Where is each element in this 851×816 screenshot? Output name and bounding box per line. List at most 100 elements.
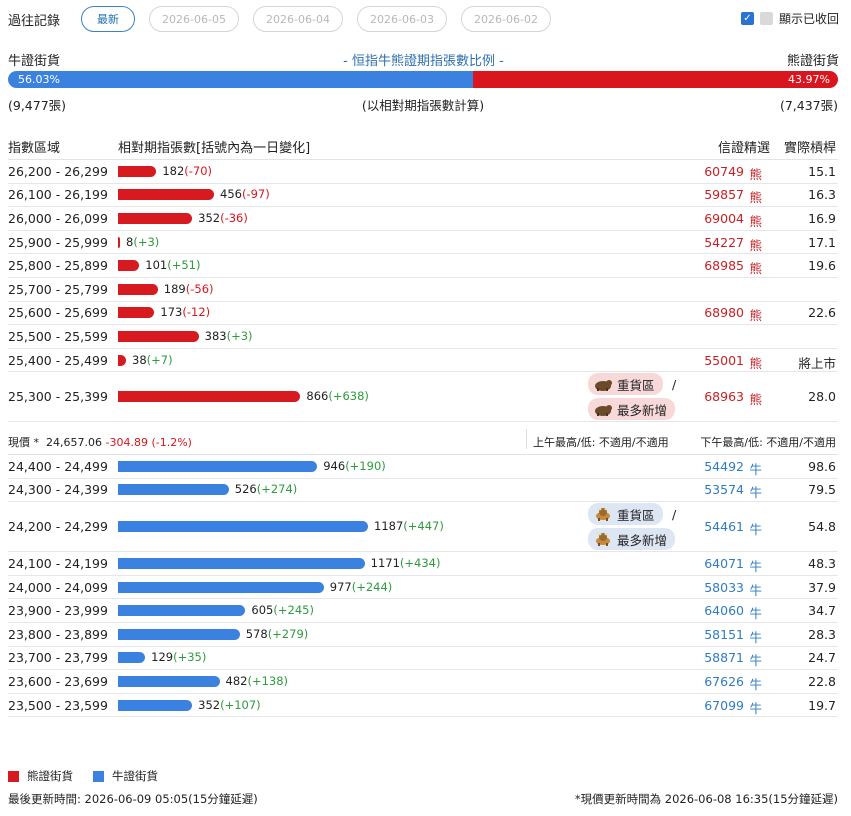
history-bar: 過往記錄 最新 2026-06-05 2026-06-04 2026-06-03… — [0, 4, 851, 34]
warrant-code-link[interactable]: 68980 — [704, 305, 744, 320]
spot-value: 24,657.06 — [46, 436, 102, 449]
spot-price: 現價 * 24,657.06 -304.89 (-1.2%) — [8, 434, 192, 450]
bull-table-row: 23,800 - 23,899 578(+279) 58151 牛 28.3 — [8, 623, 838, 647]
range-label: 23,900 - 23,999 — [8, 603, 108, 619]
warrant-code-link[interactable]: 58033 — [704, 580, 744, 595]
count-value: 38(+7) — [132, 353, 173, 367]
badge-separator: / — [672, 377, 677, 393]
ratio-bar: 56.03% 43.97% — [8, 71, 838, 88]
count-value: 189(-56) — [164, 282, 214, 296]
count-number: 866 — [306, 389, 329, 404]
checkbox-checked-icon[interactable]: ✓ — [740, 12, 754, 25]
range-label: 24,300 - 24,399 — [8, 482, 108, 498]
tab-2026-06-05[interactable]: 2026-06-05 — [149, 6, 239, 32]
warrant-code-link[interactable]: 68963 — [704, 389, 744, 404]
leverage-value: 28.3 — [808, 626, 836, 642]
warrant-code-link[interactable]: 55001 — [704, 353, 744, 368]
bull-table-row: 23,600 - 23,699 482(+138) 67626 牛 22.8 — [8, 670, 838, 694]
warrant-code-link[interactable]: 54492 — [704, 459, 744, 474]
tab-2026-06-02[interactable]: 2026-06-02 — [461, 6, 551, 32]
count-value: 1187(+447) — [374, 519, 444, 533]
count-number: 605 — [251, 603, 274, 618]
bull-count-bar — [118, 675, 220, 687]
leverage-value: 15.1 — [808, 163, 836, 179]
count-value: 352(-36) — [198, 211, 248, 225]
count-value: 456(-97) — [220, 187, 270, 201]
bear-count-bar — [118, 189, 215, 201]
bear-tag: 熊 — [749, 237, 762, 253]
count-change: (+7) — [146, 352, 173, 367]
warrant-code-link[interactable]: 68985 — [704, 258, 744, 273]
count-change: (+244) — [351, 579, 393, 594]
bear-table-row: 25,400 - 25,499 38(+7) 55001 熊 將上市 — [8, 349, 838, 373]
tab-latest[interactable]: 最新 — [81, 6, 135, 32]
count-number: 352 — [198, 210, 221, 225]
warrant-code-link[interactable]: 54227 — [704, 235, 744, 250]
bull-count-bar — [118, 699, 193, 711]
warrant-code-link[interactable]: 64071 — [704, 556, 744, 571]
footer: 最後更新時間: 2026-06-09 05:05(15分鐘延遲) *現價更新時間… — [8, 791, 838, 807]
warrant-code-link[interactable]: 58151 — [704, 627, 744, 642]
warrant-code-link[interactable]: 67099 — [704, 698, 744, 713]
warrant-code-link[interactable]: 64060 — [704, 603, 744, 618]
bear-icon — [594, 377, 612, 392]
bear-tag: 熊 — [749, 355, 762, 371]
bear-table-row: 25,600 - 25,699 173(-12) 68980 熊 22.6 — [8, 302, 838, 326]
bull-table-row: 23,500 - 23,599 352(+107) 67099 牛 19.7 — [8, 694, 838, 718]
spot-updated: *現價更新時間為 2026-06-08 16:35(15分鐘延遲) — [574, 792, 838, 806]
warrant-code-link[interactable]: 60749 — [704, 164, 744, 179]
bull-count-bar — [118, 652, 146, 664]
heavy-zone-badge: 重貨區 — [588, 503, 663, 526]
bull-count-bar — [118, 628, 240, 640]
bear-count-bar — [118, 260, 140, 272]
ratio-note: (以相對期指張數計算) — [361, 98, 485, 113]
range-label: 23,500 - 23,599 — [8, 697, 108, 713]
range-label: 24,000 - 24,099 — [8, 579, 108, 595]
bear-tag: 熊 — [749, 308, 762, 324]
checkbox-unchecked-icon[interactable] — [759, 12, 773, 25]
count-change: (+447) — [403, 519, 444, 534]
bear-count-bar — [118, 283, 158, 295]
tab-2026-06-03[interactable]: 2026-06-03 — [357, 6, 447, 32]
most-added-badge: 最多新增 — [588, 528, 676, 551]
bear-table-row: 26,200 - 26,299 182(-70) 60749 熊 15.1 — [8, 160, 838, 184]
count-change: (+51) — [167, 258, 201, 273]
count-value: 352(+107) — [198, 698, 261, 712]
bull-count-bar — [118, 484, 229, 496]
bull-table-row: 24,400 - 24,499 946(+190) 54492 牛 98.6 — [8, 455, 838, 479]
bear-count-bar — [118, 212, 193, 224]
range-label: 24,200 - 24,299 — [8, 519, 108, 535]
count-change: (+107) — [220, 697, 261, 712]
bull-table-row: 24,000 - 24,099 977(+244) 58033 牛 37.9 — [8, 576, 838, 600]
count-number: 173 — [160, 305, 183, 320]
count-change: (+35) — [173, 650, 207, 665]
show-recalled-toggle[interactable]: ✓ 顯示已收回 — [740, 10, 839, 27]
leverage-value: 17.1 — [808, 234, 836, 250]
count-number: 1187 — [374, 519, 404, 534]
warrant-code-link[interactable]: 59857 — [704, 187, 744, 202]
leverage-value: 54.8 — [808, 519, 836, 535]
tab-2026-06-04[interactable]: 2026-06-04 — [253, 6, 343, 32]
badge-label: 最多新增 — [617, 532, 668, 548]
warrant-code-link[interactable]: 69004 — [704, 211, 744, 226]
bull-tag: 牛 — [749, 629, 762, 645]
bear-table-row: 26,100 - 26,199 456(-97) 59857 熊 16.3 — [8, 184, 838, 208]
table-header: 指數區域 相對期指張數[括號內為一日變化] 信證精選 實際槓桿 — [8, 130, 838, 160]
bull-table-row: 24,200 - 24,299 1187(+447) 重貨區 最多新增/ 54461 牛 5… — [8, 502, 838, 553]
warrant-code-link[interactable]: 58871 — [704, 650, 744, 665]
legend-bear-label: 熊證街貨 — [27, 769, 73, 783]
count-number: 383 — [204, 328, 227, 343]
leverage-value: 將上市 — [798, 355, 836, 371]
leverage-value: 34.7 — [808, 603, 836, 619]
col-range: 指數區域 — [8, 141, 61, 156]
warrant-code-link[interactable]: 53574 — [704, 482, 744, 497]
warrant-code-link[interactable]: 67626 — [704, 674, 744, 689]
count-change: (+274) — [256, 482, 298, 497]
bull-tag: 牛 — [749, 676, 762, 692]
count-change: (-97) — [241, 187, 270, 202]
count-value: 866(+638) — [306, 389, 369, 403]
warrant-code-link[interactable]: 54461 — [704, 519, 744, 534]
bear-table-row: 25,300 - 25,399 866(+638) 重貨區 最多新增/ 68963 熊 28… — [8, 372, 838, 423]
badge-separator: / — [672, 507, 677, 523]
count-change: (+190) — [345, 458, 386, 473]
